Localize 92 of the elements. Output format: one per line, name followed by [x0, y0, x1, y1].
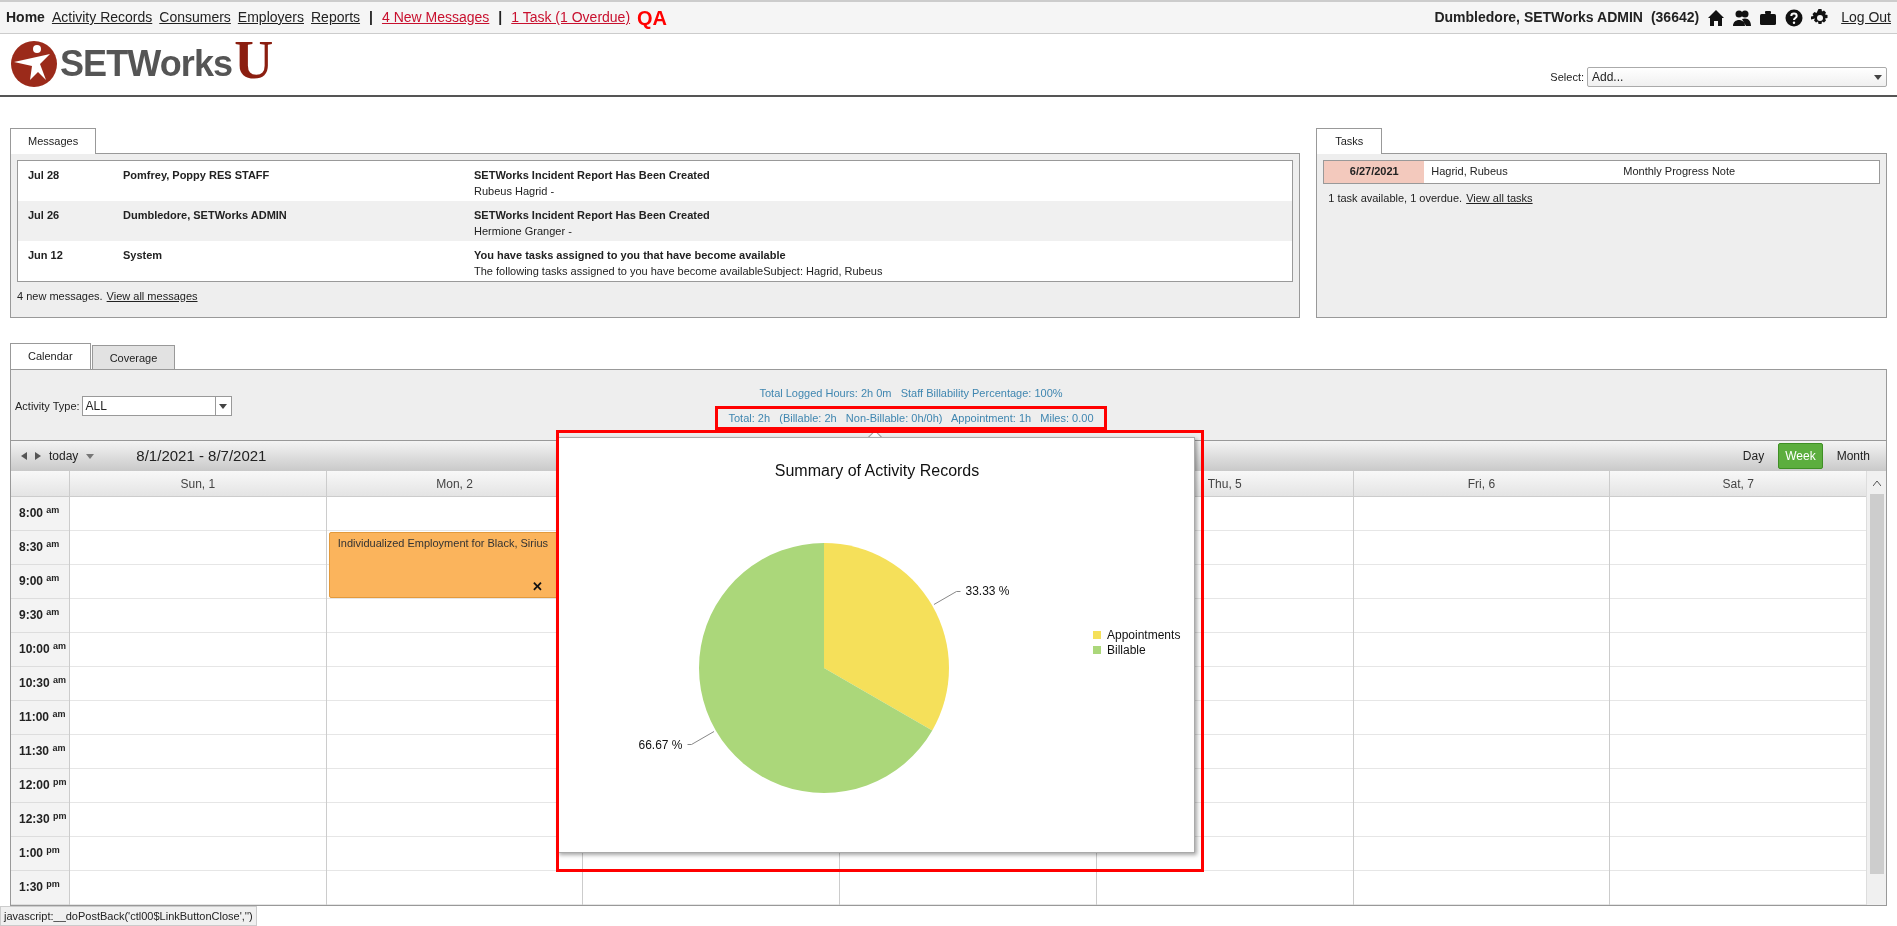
data-label: 33.33 % — [965, 584, 1010, 599]
day-header: Mon, 2 — [436, 475, 473, 493]
user-id: (36642) — [1650, 8, 1700, 27]
scrollbar[interactable] — [1866, 471, 1886, 905]
time-label: 12:00 $^{pm}$ — [19, 778, 67, 792]
day-header: Fri, 6 — [1467, 475, 1496, 493]
totals-text: Total Logged Hours: 2h 0m Staff Billability Percentage: 100% — [759, 386, 1063, 401]
logo-figure-icon — [10, 40, 58, 88]
today-button[interactable]: today — [49, 447, 95, 465]
nav-link[interactable]: Employers — [237, 7, 304, 28]
time-label: 11:30 $^{am}$ — [19, 744, 66, 758]
nav-link[interactable]: Reports — [311, 7, 361, 28]
message-row[interactable]: Jul 26 Dumbledore, SETWorks ADMIN SETWorks Incident Report Has Been Created Hermione Granger - — [18, 200, 1293, 241]
message-body: The following tasks assigned to you have become availableSubject: Hagrid, Rubeus — [474, 264, 883, 279]
tasks-tab[interactable]: Tasks — [1316, 128, 1383, 154]
message-sender: System — [123, 247, 164, 263]
task-date: 6/27/2021 — [1324, 160, 1425, 183]
message-sender: Pomfrey, Poppy RES STAFF — [123, 167, 271, 183]
time-label: 1:30 $^{pm}$ — [19, 880, 60, 894]
status-bar: javascript:__doPostBack('ctl00$LinkButtonClose','') — [0, 906, 257, 926]
caret-icon — [86, 453, 95, 459]
time-label: 11:00 $^{am}$ — [19, 710, 66, 724]
message-date: Jun 12 — [28, 247, 64, 263]
logo-mark: U — [234, 37, 274, 83]
message-date: Jul 26 — [28, 207, 61, 223]
legend-label: Appointments — [1107, 628, 1181, 642]
view-tasks-link[interactable]: View all tasks — [1466, 189, 1533, 206]
briefcase-icon[interactable] — [1759, 8, 1778, 27]
date-range: 8/1/2021 - 8/7/2021 — [136, 445, 267, 466]
legend-swatch — [1093, 631, 1101, 639]
message-subject: SETWorks Incident Report Has Been Created — [474, 207, 710, 223]
day-header: Sun, 1 — [180, 475, 216, 493]
people-icon[interactable] — [1733, 8, 1752, 27]
legend-label: Billable — [1107, 643, 1146, 657]
time-label: 1:00 $^{pm}$ — [19, 846, 60, 860]
legend-swatch — [1093, 646, 1101, 654]
alert-link[interactable]: 1 Task (1 Overdue) — [511, 7, 631, 28]
chart-title: Summary of Activity Records — [774, 462, 980, 479]
alert-link[interactable]: 4 New Messages — [381, 7, 490, 28]
time-label: 9:00 $^{am}$ — [19, 574, 60, 588]
environment-label: QA — [637, 7, 668, 28]
view-messages-link[interactable]: View all messages — [106, 287, 198, 304]
message-date: Jul 28 — [28, 167, 61, 183]
activity-type-label: Activity Type: — [15, 398, 80, 414]
nav-link[interactable]: Activity Records — [51, 7, 153, 28]
previous-arrow-icon[interactable] — [21, 452, 27, 460]
view-button[interactable]: Month — [1830, 444, 1876, 468]
activity-type-select[interactable]: ALL — [81, 396, 232, 416]
message-subject: You have tasks assigned to you that have become available — [474, 247, 787, 263]
task-row[interactable]: 6/27/2021 Hagrid, Rubeus Monthly Progress Note — [1324, 160, 1879, 183]
view-button[interactable]: Day — [1736, 444, 1771, 468]
logo-text: SETWorks — [60, 42, 233, 86]
calendar-tab[interactable]: Coverage — [91, 344, 176, 370]
calendar-tab[interactable]: Calendar — [10, 342, 91, 370]
task-type: Monthly Progress Note — [1623, 164, 1736, 180]
day-header: Thu, 5 — [1207, 475, 1242, 493]
message-sender: Dumbledore, SETWorks ADMIN — [123, 207, 288, 223]
data-label: 66.67 % — [638, 737, 683, 752]
message-body: Hermione Granger - — [474, 224, 573, 239]
separator: | — [498, 8, 503, 27]
add-select[interactable]: Add... — [1587, 67, 1887, 87]
tasks-summary: 1 task available, 1 overdue. — [1328, 190, 1463, 206]
time-label: 10:30 $^{am}$ — [19, 676, 67, 690]
next-arrow-icon[interactable] — [35, 452, 41, 460]
home-icon[interactable] — [1707, 8, 1726, 27]
messages-tab[interactable]: Messages — [10, 128, 97, 154]
help-icon[interactable] — [1785, 8, 1804, 27]
nav-link[interactable]: Consumers — [159, 7, 231, 28]
message-subject: SETWorks Incident Report Has Been Created — [474, 167, 710, 183]
user-name: Dumbledore, SETWorks ADMIN — [1434, 8, 1643, 27]
time-label: 9:30 $^{am}$ — [19, 608, 60, 622]
logout-link[interactable]: Log Out — [1841, 7, 1891, 28]
close-icon[interactable]: ✕ — [532, 576, 544, 596]
time-label: 8:00 $^{am}$ — [19, 506, 60, 520]
day-header: Sat, 7 — [1722, 475, 1754, 493]
current-page-link[interactable]: Home — [6, 7, 45, 28]
time-label: 10:00 $^{am}$ — [19, 642, 67, 656]
message-body: Rubeus Hagrid - — [474, 184, 556, 199]
dropdown-caret-icon — [219, 403, 228, 409]
dropdown-caret-icon — [1874, 74, 1882, 80]
select-label: Select: — [1550, 69, 1584, 85]
settings-icon[interactable] — [1811, 8, 1830, 27]
time-label: 8:30 $^{am}$ — [19, 540, 60, 554]
event-title: Individualized Employment for Black, Sirius — [337, 537, 549, 549]
task-person: Hagrid, Rubeus — [1430, 164, 1509, 180]
messages-summary: 4 new messages. — [17, 288, 103, 304]
scroll-up-icon[interactable] — [1872, 481, 1881, 486]
totals-text: Total: 2h (Billable: 2h Non-Billable: 0h/0h) Appointment: 1h Miles: 0.00 — [728, 410, 1094, 426]
separator: | — [369, 8, 373, 27]
leader-line — [933, 591, 961, 605]
time-label: 12:30 $^{pm}$ — [19, 812, 67, 826]
leader-line — [687, 731, 715, 745]
